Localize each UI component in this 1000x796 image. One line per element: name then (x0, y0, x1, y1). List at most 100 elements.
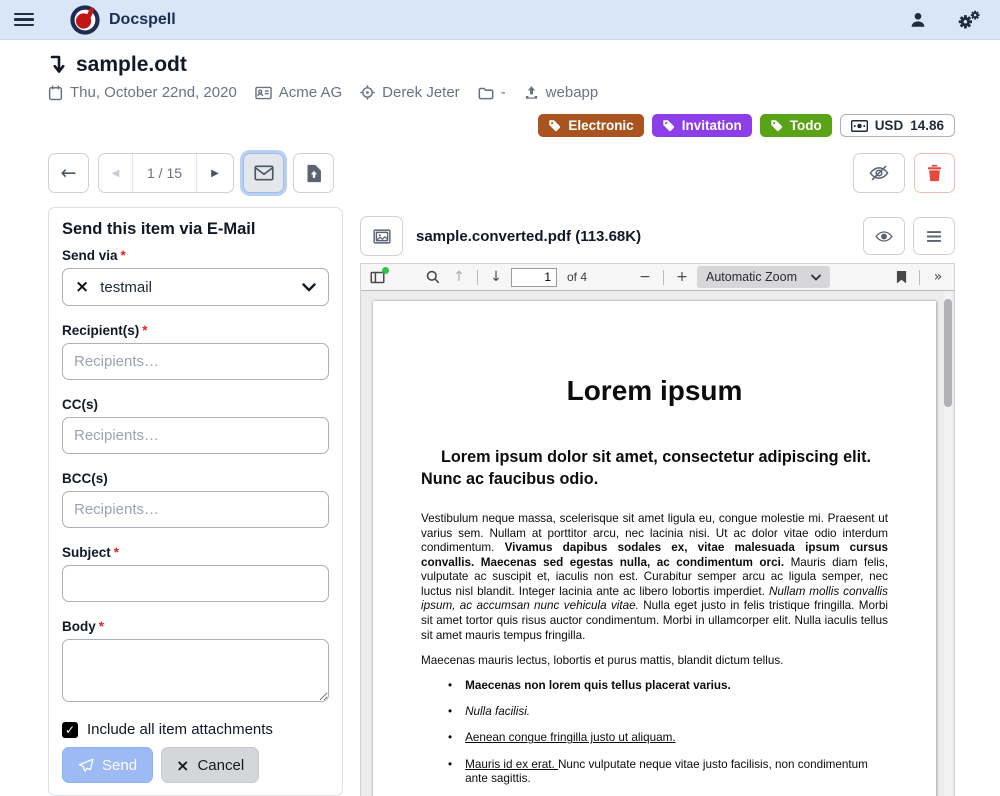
subject-label: Subject* (62, 545, 329, 560)
send-via-value: testmail (100, 279, 152, 296)
chevron-down-icon (811, 274, 821, 281)
add-file-button[interactable] (293, 153, 334, 193)
body-textarea[interactable] (62, 639, 329, 702)
item-folder[interactable]: - (478, 84, 506, 101)
pdf-doc-title: Lorem ipsum (421, 375, 888, 407)
money-bill-icon (851, 120, 868, 132)
pdf-page-count: of 4 (567, 270, 587, 284)
cc-input[interactable] (62, 417, 329, 454)
tag-icon (770, 119, 783, 132)
cancel-button[interactable]: × Cancel (161, 747, 259, 783)
pdf-viewport[interactable]: Lorem ipsum Lorem ipsum dolor sit amet, … (361, 291, 954, 796)
upload-icon (524, 85, 539, 100)
pdf-next-page-button[interactable]: ↓ (485, 266, 507, 289)
pdf-page: Lorem ipsum Lorem ipsum dolor sit amet, … (373, 301, 936, 796)
send-via-select[interactable]: × testmail (62, 268, 329, 306)
toolbar-more-button[interactable]: » (927, 266, 949, 289)
next-page-button[interactable]: ▶ (197, 154, 233, 192)
calendar-icon (48, 85, 63, 101)
pdf-paragraph: Maecenas mauris lectus, lobortis et puru… (421, 654, 888, 667)
chevron-down-icon (302, 283, 316, 292)
cc-label: CC(s) (62, 397, 329, 412)
docspell-logo-icon (70, 5, 100, 35)
envelope-icon (254, 165, 274, 181)
bcc-label: BCC(s) (62, 471, 329, 486)
crosshair-icon (360, 85, 375, 100)
page-indicator: 1 / 15 (133, 154, 197, 192)
menu-hamburger-icon[interactable] (14, 13, 34, 27)
bcc-input[interactable] (62, 491, 329, 528)
tag-electronic[interactable]: Electronic (538, 114, 643, 137)
item-source[interactable]: webapp (524, 84, 599, 101)
item-title: sample.odt (76, 53, 187, 77)
toggle-visibility-button[interactable] (853, 153, 905, 193)
tag-icon (548, 119, 561, 132)
amount-badge[interactable]: USD 14.86 (840, 114, 955, 137)
attachment-pager: ◀ 1 / 15 ▶ (98, 153, 234, 193)
item-correspondent[interactable]: Acme AG (255, 84, 342, 101)
app-brand[interactable]: Docspell (70, 5, 176, 35)
user-account-icon[interactable] (909, 11, 927, 29)
mail-form-heading: Send this item via E-Mail (62, 220, 329, 239)
list-item: •Maecenas non lorem quis tellus placerat… (448, 679, 888, 694)
zoom-in-button[interactable]: + (671, 266, 693, 289)
tag-invitation[interactable]: Invitation (652, 114, 752, 137)
close-icon: × (176, 756, 189, 775)
pdf-bullet-list: •Maecenas non lorem quis tellus placerat… (421, 679, 888, 796)
recipients-input[interactable] (62, 343, 329, 380)
eye-icon (874, 229, 894, 244)
top-navbar: Docspell (0, 0, 1000, 40)
pdf-scrollbar-track[interactable] (944, 291, 952, 796)
folder-icon (478, 86, 494, 100)
pdf-doc-subheading: Lorem ipsum dolor sit amet, consectetur … (421, 447, 888, 490)
attachments-checkbox[interactable]: ✓ (62, 722, 78, 738)
attachment-preview-button[interactable] (360, 216, 403, 256)
zoom-select[interactable]: Automatic Zoom (697, 266, 830, 288)
list-menu-icon (926, 230, 942, 243)
list-item: •Aenean congue fringilla justo ut aliqua… (448, 731, 888, 746)
item-concerning-person[interactable]: Derek Jeter (360, 84, 460, 101)
attachment-menu-button[interactable] (913, 217, 955, 255)
address-card-icon (255, 86, 272, 100)
pdf-scrollbar-thumb[interactable] (944, 299, 952, 407)
check-icon: ✓ (65, 723, 75, 737)
send-button[interactable]: Send (62, 747, 153, 783)
list-item: •Mauris id ex erat. Nunc vulputate neque… (448, 758, 888, 787)
recipients-label: Recipient(s)* (62, 323, 329, 338)
item-direction-icon (48, 54, 67, 76)
back-button[interactable]: ← (48, 153, 89, 193)
delete-button[interactable] (914, 153, 955, 193)
sidebar-toggle-button[interactable] (366, 266, 388, 289)
subject-input[interactable] (62, 565, 329, 602)
settings-gears-icon[interactable] (957, 10, 980, 30)
trash-icon (927, 164, 942, 182)
tag-icon (662, 119, 675, 132)
pdfjs-toolbar: ↑ ↓ of 4 − + Automatic Zoom (361, 264, 954, 291)
send-via-label: Send via* (62, 248, 329, 263)
tags-row: Electronic Invitation Todo (48, 114, 955, 137)
app-title: Docspell (109, 11, 176, 29)
bookmark-button[interactable] (890, 266, 912, 289)
body-label: Body* (62, 619, 329, 634)
pdf-paragraph: Vestibulum neque massa, scelerisque sit … (421, 512, 888, 643)
send-mail-button[interactable] (243, 153, 284, 193)
attachments-checkbox-label[interactable]: Include all item attachments (87, 721, 273, 738)
item-meta: Thu, October 22nd, 2020 Acme AG (48, 84, 955, 101)
image-icon (373, 229, 391, 244)
sidebar-notify-dot (382, 267, 389, 274)
list-item: •Nulla facilisi. (448, 705, 888, 720)
tag-todo[interactable]: Todo (760, 114, 832, 137)
file-upload-icon (306, 164, 322, 183)
send-mail-panel: Send this item via E-Mail Send via* × te… (48, 207, 343, 796)
prev-page-button[interactable]: ◀ (99, 154, 133, 192)
zoom-out-button[interactable]: − (634, 266, 656, 289)
item-date[interactable]: Thu, October 22nd, 2020 (48, 84, 237, 101)
eye-slash-icon (868, 164, 890, 182)
pdf-search-button[interactable] (422, 266, 444, 289)
pdf-page-number-input[interactable] (511, 268, 557, 287)
attachment-filename: sample.converted.pdf (113.68K) (416, 228, 641, 245)
paper-plane-icon (78, 758, 94, 773)
clear-selection-icon[interactable]: × (75, 277, 89, 297)
view-mode-button[interactable] (863, 217, 905, 255)
pdf-prev-page-button[interactable]: ↑ (448, 266, 470, 289)
